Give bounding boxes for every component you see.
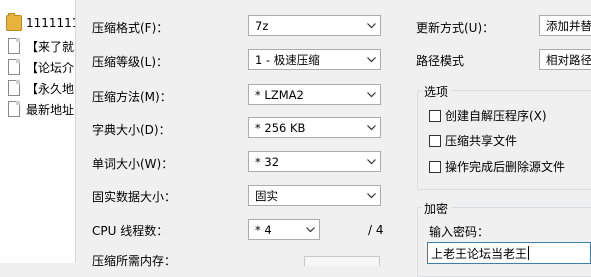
path-mode-select[interactable]: 相对路径 — [539, 49, 591, 70]
word-size-label: 单词大小(W)： — [92, 157, 174, 171]
format-select[interactable]: 7z — [248, 15, 381, 36]
document-icon — [8, 59, 20, 75]
delete-after-checkbox[interactable]: 操作完成后删除源文件 — [429, 158, 565, 175]
delete-after-label: 操作完成后删除源文件 — [445, 160, 566, 174]
folder-icon — [6, 13, 22, 31]
cpu-threads-label: CPU 线程数： — [92, 224, 169, 238]
compression-dialog: 压缩格式(F)： 压缩等级(L)： 压缩方法(M)： 字典大小(D)： 单词大小… — [76, 0, 591, 277]
chevron-down-icon — [363, 152, 380, 171]
chevron-down-icon — [363, 186, 380, 205]
file-list-panel: 11111111 【来了就 【论坛介 【永久地 最新地址 — [0, 0, 76, 263]
document-icon — [8, 38, 20, 54]
path-mode-label: 路径模式 — [416, 54, 465, 68]
chevron-down-icon — [363, 118, 380, 137]
solid-size-value: 固实 — [255, 188, 278, 203]
password-input[interactable]: 上老王论坛当老王 — [427, 242, 591, 264]
password-label: 输入密码： — [429, 225, 490, 239]
file-list-item[interactable]: 最新地址 — [0, 99, 75, 119]
options-group-title: 选项 — [421, 83, 452, 100]
document-icon — [8, 80, 20, 96]
password-value: 上老王论坛当老王 — [431, 246, 528, 261]
file-list-item[interactable]: 【论坛介 — [0, 57, 75, 77]
encryption-group-title: 加密 — [421, 200, 452, 217]
chevron-down-icon — [363, 16, 380, 35]
file-list-item[interactable]: 【来了就 — [0, 36, 75, 56]
level-value: 1 - 极速压缩 — [255, 52, 320, 67]
create-sfx-label: 创建自解压程序(X) — [445, 109, 547, 123]
cpu-threads-value: * 4 — [255, 222, 272, 237]
file-list-item[interactable]: 【永久地 — [0, 78, 75, 98]
compress-shared-label: 压缩共享文件 — [445, 134, 518, 148]
memory-value-field — [304, 256, 380, 266]
file-name: 【论坛介 — [26, 60, 75, 75]
compress-shared-checkbox[interactable]: 压缩共享文件 — [429, 132, 517, 149]
method-label: 压缩方法(M)： — [92, 90, 172, 104]
document-icon — [8, 101, 20, 117]
checkbox-box[interactable] — [429, 134, 441, 147]
checkbox-box[interactable] — [429, 160, 441, 173]
cpu-threads-select[interactable]: * 4 — [248, 219, 320, 240]
file-name: 【来了就 — [26, 39, 75, 54]
dictionary-label: 字典大小(D)： — [92, 123, 171, 137]
dictionary-select[interactable]: * 256 KB — [248, 117, 381, 138]
file-name: 【永久地 — [26, 81, 75, 96]
solid-size-label: 固实数据大小： — [92, 190, 177, 204]
level-select[interactable]: 1 - 极速压缩 — [248, 49, 381, 70]
solid-size-select[interactable]: 固实 — [248, 185, 381, 206]
cpu-threads-total: / 4 — [368, 223, 384, 237]
method-select[interactable]: * LZMA2 — [248, 84, 381, 105]
chevron-down-icon — [363, 50, 380, 69]
path-mode-value: 相对路径 — [546, 52, 591, 67]
format-label: 压缩格式(F)： — [92, 21, 169, 35]
word-size-value: * 32 — [255, 154, 280, 169]
file-list-item-folder[interactable]: 11111111 — [0, 13, 75, 33]
dictionary-value: * 256 KB — [255, 120, 306, 135]
update-mode-label: 更新方式(U)： — [416, 21, 495, 35]
file-name: 11111111 — [26, 16, 75, 30]
update-mode-select[interactable]: 添加并替 — [539, 15, 591, 36]
file-name: 最新地址 — [26, 102, 75, 117]
chevron-down-icon — [363, 85, 380, 104]
level-label: 压缩等级(L)： — [92, 55, 169, 69]
update-mode-value: 添加并替 — [546, 18, 591, 33]
format-value: 7z — [255, 18, 269, 33]
create-sfx-checkbox[interactable]: 创建自解压程序(X) — [429, 107, 547, 124]
text-caret — [528, 246, 530, 260]
checkbox-box[interactable] — [429, 109, 441, 122]
word-size-select[interactable]: * 32 — [248, 151, 381, 172]
chevron-down-icon — [302, 220, 319, 239]
memory-label: 压缩所需内存： — [92, 254, 177, 268]
method-value: * LZMA2 — [255, 87, 304, 102]
